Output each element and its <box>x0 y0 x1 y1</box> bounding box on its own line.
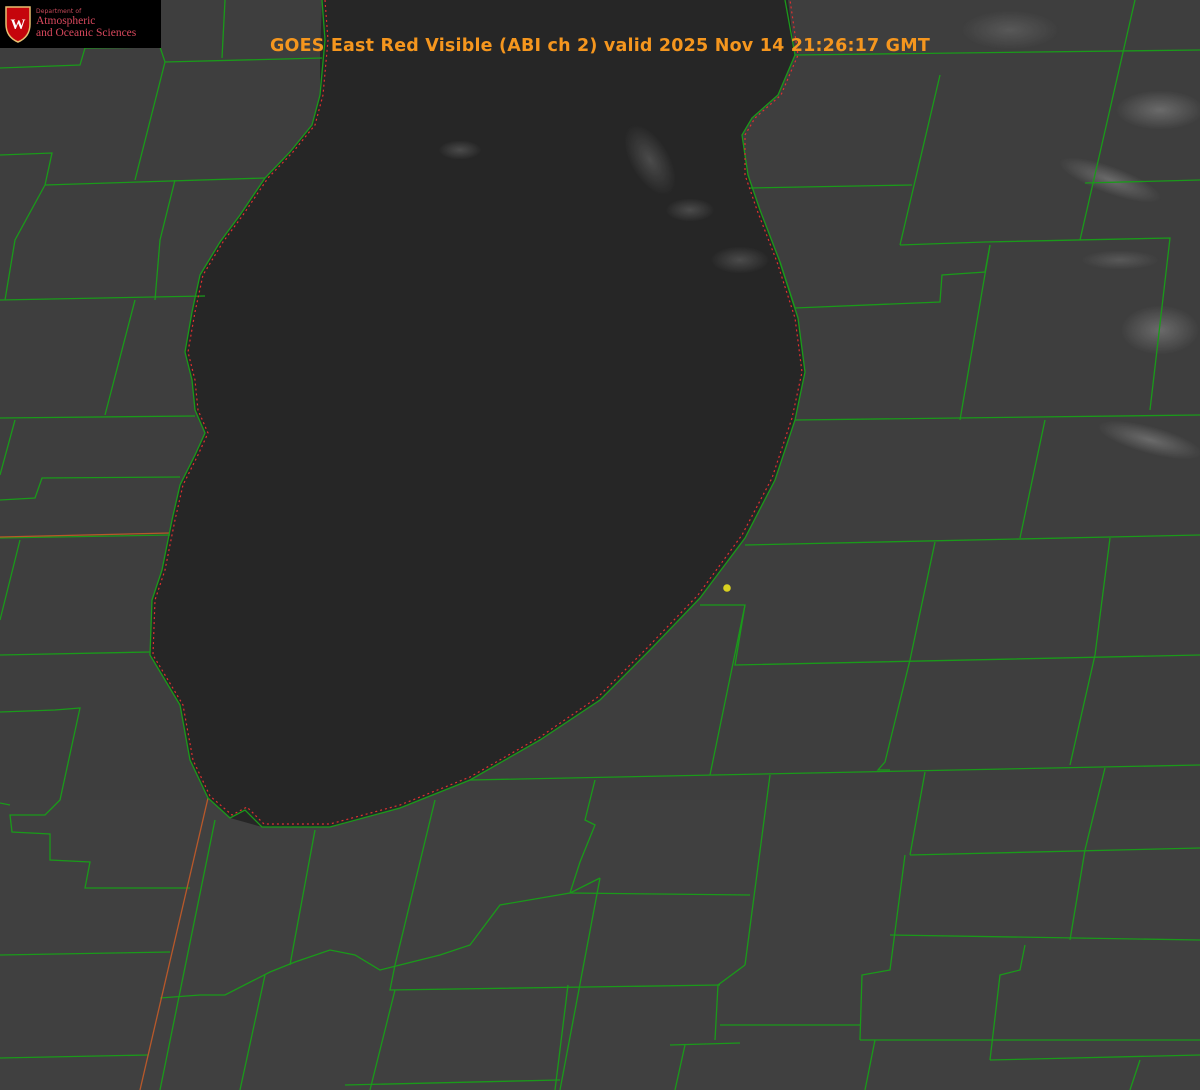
image-title: GOES East Red Visible (ABI ch 2) valid 2… <box>269 36 930 56</box>
location-marker <box>723 584 731 592</box>
svg-text:W: W <box>11 17 26 33</box>
logo-line1: Atmospheric <box>36 15 96 27</box>
logo-text: Department of Atmospheric and Oceanic Sc… <box>36 9 136 39</box>
satellite-map[interactable] <box>0 0 1200 1090</box>
